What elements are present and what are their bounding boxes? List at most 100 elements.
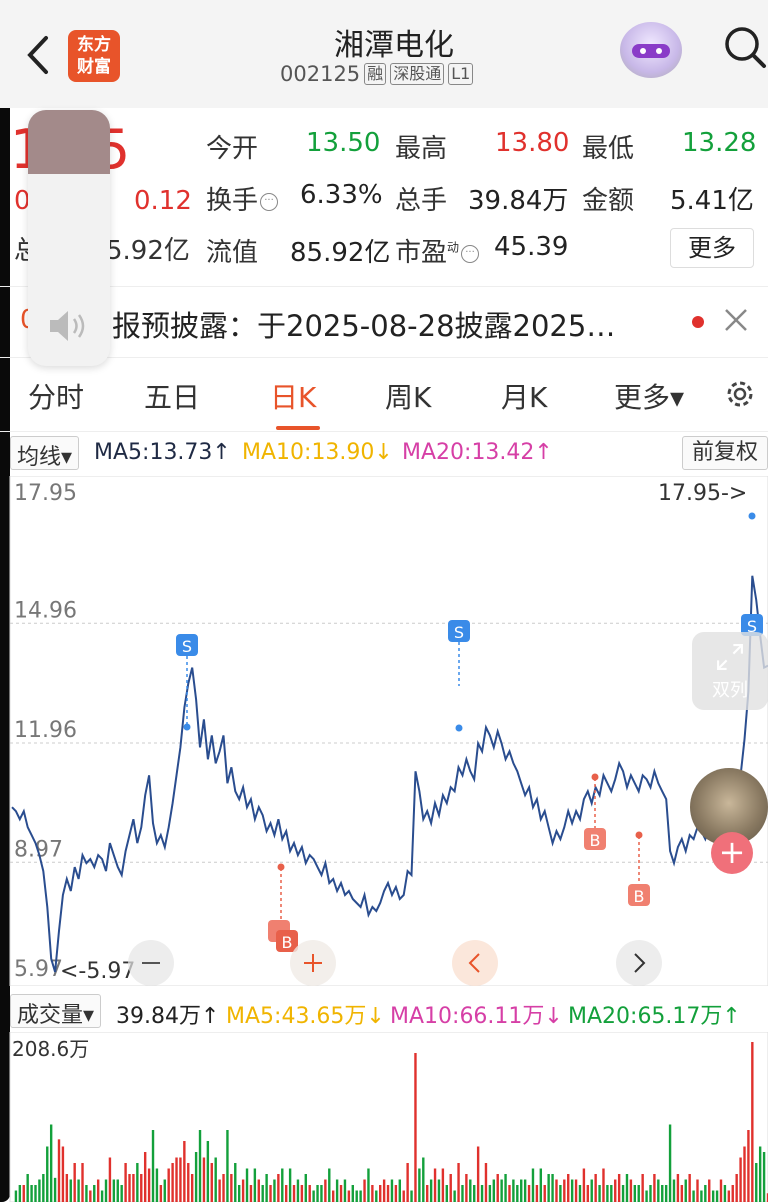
volume-bar (100, 1190, 104, 1202)
tab-monthly-k[interactable]: 月K (501, 376, 547, 416)
ma-legend: 均线▾ MA5:13.73↑ MA10:13.90↓ MA20:13.42↑ 前… (0, 436, 768, 474)
volume-bar (539, 1168, 543, 1202)
volume-bar (715, 1190, 719, 1202)
assistant-robot-icon[interactable] (620, 22, 682, 78)
volume-bar (610, 1185, 613, 1202)
volume-bar (339, 1185, 343, 1202)
volume-bar (449, 1174, 452, 1202)
tab-more[interactable]: 更多▾ (614, 376, 684, 416)
market-cap-value: 5.92亿 (106, 236, 190, 266)
system-volume-slider[interactable] (28, 110, 110, 366)
volume-bar (661, 1185, 664, 1202)
volume-bar (696, 1179, 699, 1202)
volume-bar (704, 1185, 707, 1202)
more-dots-icon[interactable]: ··· (461, 244, 480, 263)
add-watchlist-button[interactable]: + (711, 832, 753, 874)
volume-bar (453, 1190, 456, 1202)
volume-bar (735, 1174, 738, 1202)
announcement-text: 报预披露：于2025-08-28披露2025… (112, 309, 616, 343)
volume-bar (473, 1185, 476, 1202)
high-label: 最高 (395, 134, 448, 164)
volume-bar (484, 1163, 488, 1202)
ma20-label: MA20:13.42↑ (402, 440, 553, 465)
volume-bar (653, 1174, 656, 1202)
volume-bar (731, 1185, 734, 1202)
volume-bar (551, 1174, 554, 1202)
volume-bar (594, 1174, 597, 1202)
zoom-out-button[interactable] (128, 940, 174, 986)
scroll-left-button[interactable] (452, 940, 498, 986)
more-dots-icon[interactable]: ··· (260, 192, 279, 211)
expand-icon (717, 644, 743, 670)
volume-bar (747, 1130, 750, 1202)
volume-bar (637, 1185, 640, 1202)
volume-bar (418, 1168, 421, 1202)
volume-bar (281, 1168, 284, 1202)
tab-daily-k[interactable]: 日K (270, 376, 316, 416)
gear-icon[interactable] (722, 376, 758, 412)
tab-intraday[interactable]: 分时 (28, 376, 84, 416)
indicator-selector[interactable]: 均线▾ (10, 436, 80, 470)
volume-bar (476, 1146, 480, 1202)
more-button[interactable]: 更多 (670, 228, 754, 268)
adjust-button[interactable]: 前复权 (682, 436, 768, 470)
announcement-bar[interactable]: 0 报预披露：于2025-08-28披露2025… (0, 286, 768, 358)
volume-bar (590, 1179, 593, 1202)
volume-value-label: 39.84万↑ (116, 1004, 220, 1029)
volume-bar (257, 1179, 260, 1202)
volume-bar (73, 1163, 76, 1202)
search-icon[interactable] (722, 24, 768, 70)
volume-bar (18, 1185, 22, 1202)
volume-bar (390, 1179, 394, 1202)
chart-frame (9, 476, 768, 986)
volume-bar (171, 1163, 174, 1202)
volume-bar (688, 1174, 691, 1202)
volume-chart[interactable]: 208.6万 (0, 1032, 768, 1202)
amount-value: 5.41亿 (670, 186, 754, 216)
float-cap-label: 流值 (206, 238, 259, 268)
tab-weekly-k[interactable]: 周K (385, 376, 431, 416)
volume-bar (218, 1179, 221, 1202)
volume-bar (641, 1174, 644, 1202)
close-icon[interactable] (722, 306, 750, 334)
scroll-right-button[interactable] (616, 940, 662, 986)
volume-indicator-selector[interactable]: 成交量▾ (10, 994, 102, 1028)
dual-column-toggle[interactable]: 双列 (692, 632, 768, 710)
volume-bar (512, 1179, 515, 1202)
volume-bar (469, 1179, 472, 1202)
volume-bar (406, 1163, 409, 1202)
volume-bar (269, 1185, 272, 1202)
volume-bar (617, 1174, 621, 1202)
volume-bar (523, 1179, 527, 1202)
volume-bar (441, 1168, 445, 1202)
volume-bar (574, 1179, 578, 1202)
zoom-in-button[interactable] (290, 940, 336, 986)
volume-bar (190, 1174, 194, 1202)
speaker-icon (50, 311, 85, 341)
volume-bar (488, 1185, 492, 1202)
volume-bar (758, 1146, 762, 1202)
volume-bar (89, 1190, 92, 1202)
volume-bar (496, 1174, 499, 1202)
volume-bar (296, 1179, 300, 1202)
volume-legend: 成交量▾ 39.84万↑ MA5:43.65万↓ MA10:66.11万↓ MA… (0, 994, 768, 1032)
volume-bar (727, 1190, 731, 1202)
volume-bar (359, 1190, 362, 1202)
volume-bar (367, 1168, 370, 1202)
volume-bar (124, 1163, 127, 1202)
volume-bar (465, 1174, 468, 1202)
volume-bar (382, 1179, 386, 1202)
vol-ma20-label: MA20:65.17万↑ (568, 1004, 741, 1029)
volume-bar (570, 1179, 574, 1202)
turnover-label: 换手 ··· (206, 180, 279, 217)
volume-bar (535, 1185, 539, 1202)
volume-bar (77, 1179, 80, 1202)
volume-bar (147, 1168, 151, 1202)
active-tab-indicator (276, 426, 320, 430)
volume-bar (214, 1157, 217, 1202)
tab-five-day[interactable]: 五日 (144, 376, 200, 416)
price-chart[interactable]: 17.9514.9611.968.975.97 17.95-> <-5.97 S… (0, 476, 768, 986)
volume-bar (210, 1163, 213, 1202)
volume-bar (664, 1185, 668, 1202)
volume-bar (547, 1174, 550, 1202)
